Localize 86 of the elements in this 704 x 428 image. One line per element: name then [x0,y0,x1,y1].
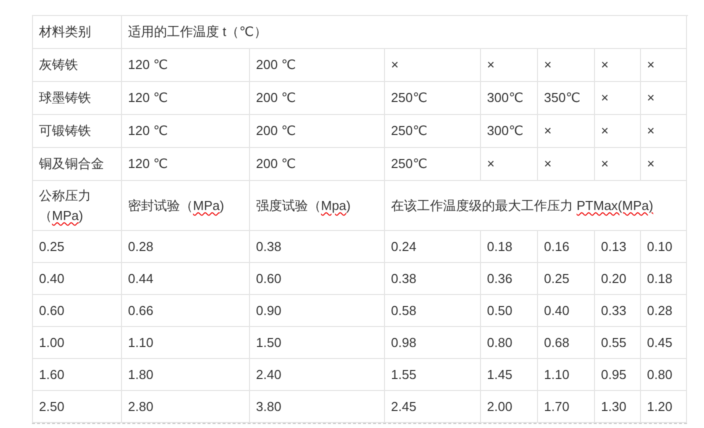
table-cell: × [640,148,686,180]
table-cell: 3.80 [250,390,384,422]
table-cell: 2.50 [32,390,122,422]
table-cell: × [640,82,686,114]
table-cell: × [594,148,640,180]
table-cell: 0.55 [594,326,640,358]
table-cell: 1.60 [32,358,122,390]
table-cell: 200 ℃ [250,82,384,114]
table-cell: 200 ℃ [250,48,384,82]
table-cell: 0.58 [384,294,480,326]
table-cell: 2.00 [480,390,538,422]
table-cell: 0.40 [538,294,594,326]
table-cell: 2.40 [250,358,384,390]
table-cell: 适用的工作温度 t（℃） [122,16,686,48]
table-cell: 0.24 [384,230,480,262]
table-cell: 0.45 [640,326,686,358]
table-cell: 120 ℃ [122,48,250,82]
table-cell: 0.13 [594,230,640,262]
table-cell: × [384,48,480,82]
table-cell: 0.25 [32,230,122,262]
table-cell: × [594,48,640,82]
table-cell: 球墨铸铁 [32,82,122,114]
table-cell: 0.80 [480,326,538,358]
table-cell: 0.50 [480,294,538,326]
table-cell: 0.38 [384,262,480,294]
table-cell: 强度试验（Mpa) [250,180,384,230]
table-cell: 0.28 [122,230,250,262]
table-cell: 120 ℃ [122,82,250,114]
table-cell: 0.95 [594,358,640,390]
table-cell: 120 ℃ [122,114,250,148]
table-cell: × [594,82,640,114]
table-cell: 0.98 [384,326,480,358]
table-cell: 0.90 [250,294,384,326]
table-cell: 200 ℃ [250,148,384,180]
table-cell: 1.55 [384,358,480,390]
table-cell: 1.45 [480,358,538,390]
table-cell: 120 ℃ [122,148,250,180]
table-cell: 材料类别 [32,16,122,48]
table-cell: 1.10 [538,358,594,390]
table-cell: 1.70 [538,390,594,422]
table-cell: 300℃ [480,82,538,114]
table-cell: × [538,148,594,180]
table-cell: 1.80 [122,358,250,390]
table-cell: 1.00 [32,326,122,358]
table-cell: 1.10 [122,326,250,358]
table-cell: 0.33 [594,294,640,326]
table-cell: 1.30 [594,390,640,422]
table-cell: 350℃ [538,82,594,114]
table-cell: 0.18 [480,230,538,262]
table-cell: × [480,148,538,180]
table-cell: 在该工作温度级的最大工作压力 PTMax(MPa) [384,180,686,230]
table-cell: × [538,114,594,148]
table-cell: × [594,114,640,148]
table-cell: × [480,48,538,82]
table-cell: 0.28 [640,294,686,326]
table-cell: 铜及铜合金 [32,148,122,180]
table-cell: × [640,114,686,148]
table-cell: 2.80 [122,390,250,422]
table-cell: 250℃ [384,148,480,180]
table-cell: 1.50 [250,326,384,358]
table-cell: 0.68 [538,326,594,358]
table-cell: × [640,48,686,82]
table-cell: 0.16 [538,230,594,262]
table-cell: 250℃ [384,114,480,148]
table-cell: 0.66 [122,294,250,326]
table-cell: 0.80 [640,358,686,390]
table-cell: 1.20 [640,390,686,422]
table-cell: 0.60 [32,294,122,326]
table-cell: 0.38 [250,230,384,262]
table-cell: 0.36 [480,262,538,294]
table-cell: 2.45 [384,390,480,422]
table-cell: 公称压力（MPa) [32,180,122,230]
table-cell: 0.25 [538,262,594,294]
table-cell: 0.44 [122,262,250,294]
table-cell: × [538,48,594,82]
table-cell: 0.40 [32,262,122,294]
table-cell: 250℃ [384,82,480,114]
table-cell: 200 ℃ [250,114,384,148]
table-cell: 0.10 [640,230,686,262]
table-cell: 灰铸铁 [32,48,122,82]
table-cell: 300℃ [480,114,538,148]
table-cell: 密封试验（MPa) [122,180,250,230]
table-cell: 0.60 [250,262,384,294]
table-cell: 可锻铸铁 [32,114,122,148]
table-cell: 0.20 [594,262,640,294]
table-cell: 0.18 [640,262,686,294]
